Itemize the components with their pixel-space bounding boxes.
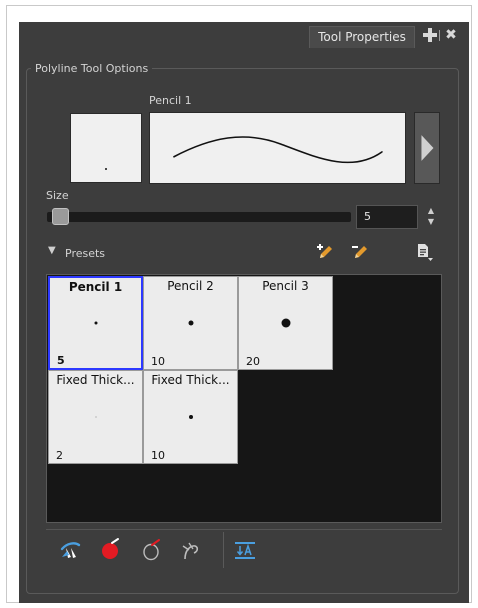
tab-tool-properties[interactable]: Tool Properties	[309, 26, 415, 48]
preset-size: 20	[246, 355, 260, 368]
preset-item[interactable]: Pencil 1 5	[48, 276, 143, 370]
preset-name: Pencil 2	[167, 279, 214, 293]
preset-size: 5	[57, 354, 65, 367]
preset-tip-preview	[94, 321, 97, 325]
preset-item[interactable]: Fixed Thick... 10	[143, 370, 238, 464]
current-preset-name: Pencil 1	[149, 94, 192, 107]
stepper-down-icon[interactable]: ▼	[425, 216, 437, 227]
size-stepper[interactable]: ▲ ▼	[425, 205, 437, 229]
preset-tip-preview	[188, 415, 193, 419]
preset-name: Fixed Thick...	[56, 373, 135, 387]
presets-collapse-icon[interactable]: ▼	[48, 245, 56, 256]
new-brush-preset-icon[interactable]	[317, 243, 335, 261]
bottom-separator	[46, 529, 442, 530]
size-input[interactable]: 5	[356, 205, 418, 229]
rename-brush-preset-icon[interactable]	[352, 243, 370, 261]
preset-name: Pencil 1	[68, 280, 123, 294]
stroke-preview	[149, 112, 406, 184]
presets-grid: Pencil 1 5 Pencil 2 10 Pencil 3 20 Fixed…	[46, 274, 442, 523]
tab-divider	[439, 30, 440, 41]
preset-name: Pencil 3	[262, 279, 309, 293]
preset-tip-preview	[281, 318, 290, 328]
create-line-art-icon[interactable]	[139, 537, 165, 563]
preset-menu-icon[interactable]	[416, 243, 434, 261]
tool-properties-panel: Tool Properties ✖ Polyline Tool Options …	[19, 22, 469, 603]
toolbar-divider	[223, 532, 224, 568]
preset-size: 2	[56, 449, 63, 462]
size-slider-handle[interactable]	[52, 208, 69, 225]
preset-item[interactable]: Pencil 3 20	[238, 276, 333, 370]
preset-tip-preview	[95, 416, 96, 418]
stepper-up-icon[interactable]: ▲	[425, 205, 437, 216]
auto-flatten-icon[interactable]	[179, 537, 205, 563]
preset-tip-preview	[188, 320, 193, 326]
size-slider[interactable]	[47, 212, 351, 222]
preset-size: 10	[151, 449, 165, 462]
plus-icon[interactable]	[423, 28, 437, 42]
size-label: Size	[46, 189, 69, 202]
arrange-order-icon[interactable]	[232, 537, 258, 563]
preset-arrow-button[interactable]	[414, 112, 440, 184]
presets-label: Presets	[65, 247, 106, 260]
group-title: Polyline Tool Options	[31, 62, 153, 75]
auto-fill-icon[interactable]	[57, 537, 83, 563]
preset-size: 10	[151, 355, 165, 368]
preset-item[interactable]: Pencil 2 10	[143, 276, 238, 370]
close-icon[interactable]: ✖	[443, 26, 459, 44]
create-colour-art-icon[interactable]	[98, 537, 124, 563]
preset-item[interactable]: Fixed Thick... 2	[48, 370, 143, 464]
preset-name: Fixed Thick...	[151, 373, 230, 387]
brush-tip-preview	[70, 113, 142, 183]
